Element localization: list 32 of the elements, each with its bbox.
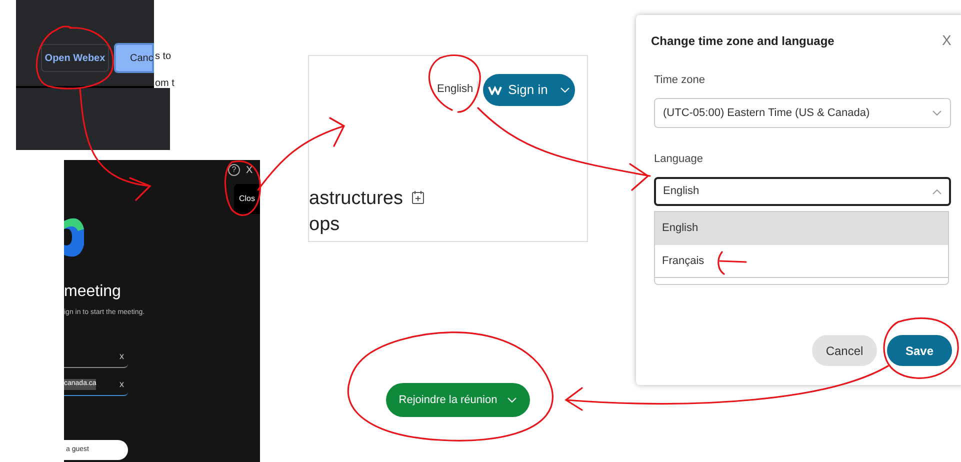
clear-icon[interactable]: x [120, 350, 124, 364]
dropdown-option[interactable]: English [655, 212, 948, 245]
language-input[interactable]: English [654, 177, 951, 206]
cancel-button[interactable]: Canc [114, 43, 154, 73]
cancel-button[interactable]: Cancel [812, 335, 877, 366]
chevron-down-icon [560, 87, 570, 93]
heading: meeting [64, 282, 121, 302]
clear-icon[interactable]: x [120, 378, 124, 392]
hand-drawn-arrow [718, 251, 747, 275]
heading-line: astructures [309, 189, 403, 208]
dialog-title: Change time zone and language [651, 33, 834, 50]
text-fragment: om t [155, 77, 174, 91]
save-button[interactable]: Save [887, 335, 952, 366]
logo-icon [488, 85, 502, 95]
close-icon[interactable]: X [942, 30, 952, 51]
help-icon[interactable]: ? [228, 164, 240, 176]
close-icon[interactable]: X [246, 163, 253, 178]
time-zone-select[interactable]: (UTC-05:00) Eastern Time (US & Canada) [654, 98, 951, 128]
chevron-down-icon [507, 397, 518, 403]
text-fragment: s to [155, 50, 172, 64]
chevron-down-icon [932, 110, 942, 116]
chevron-up-icon [932, 188, 942, 194]
add-to-calendar-icon [412, 190, 424, 204]
join-meeting-button[interactable]: Rejoindre la réunion [386, 383, 530, 417]
sign-in-button[interactable]: Sign in [483, 74, 575, 106]
language-link[interactable]: English [437, 81, 478, 98]
heading-line: ops [309, 215, 340, 234]
input-field[interactable]: x [64, 346, 128, 368]
field-label: Language [654, 152, 703, 167]
close-button[interactable]: Clos [234, 184, 260, 214]
field-label: Time zone [654, 73, 705, 88]
open-webex-button[interactable]: Open Webex [41, 44, 109, 72]
